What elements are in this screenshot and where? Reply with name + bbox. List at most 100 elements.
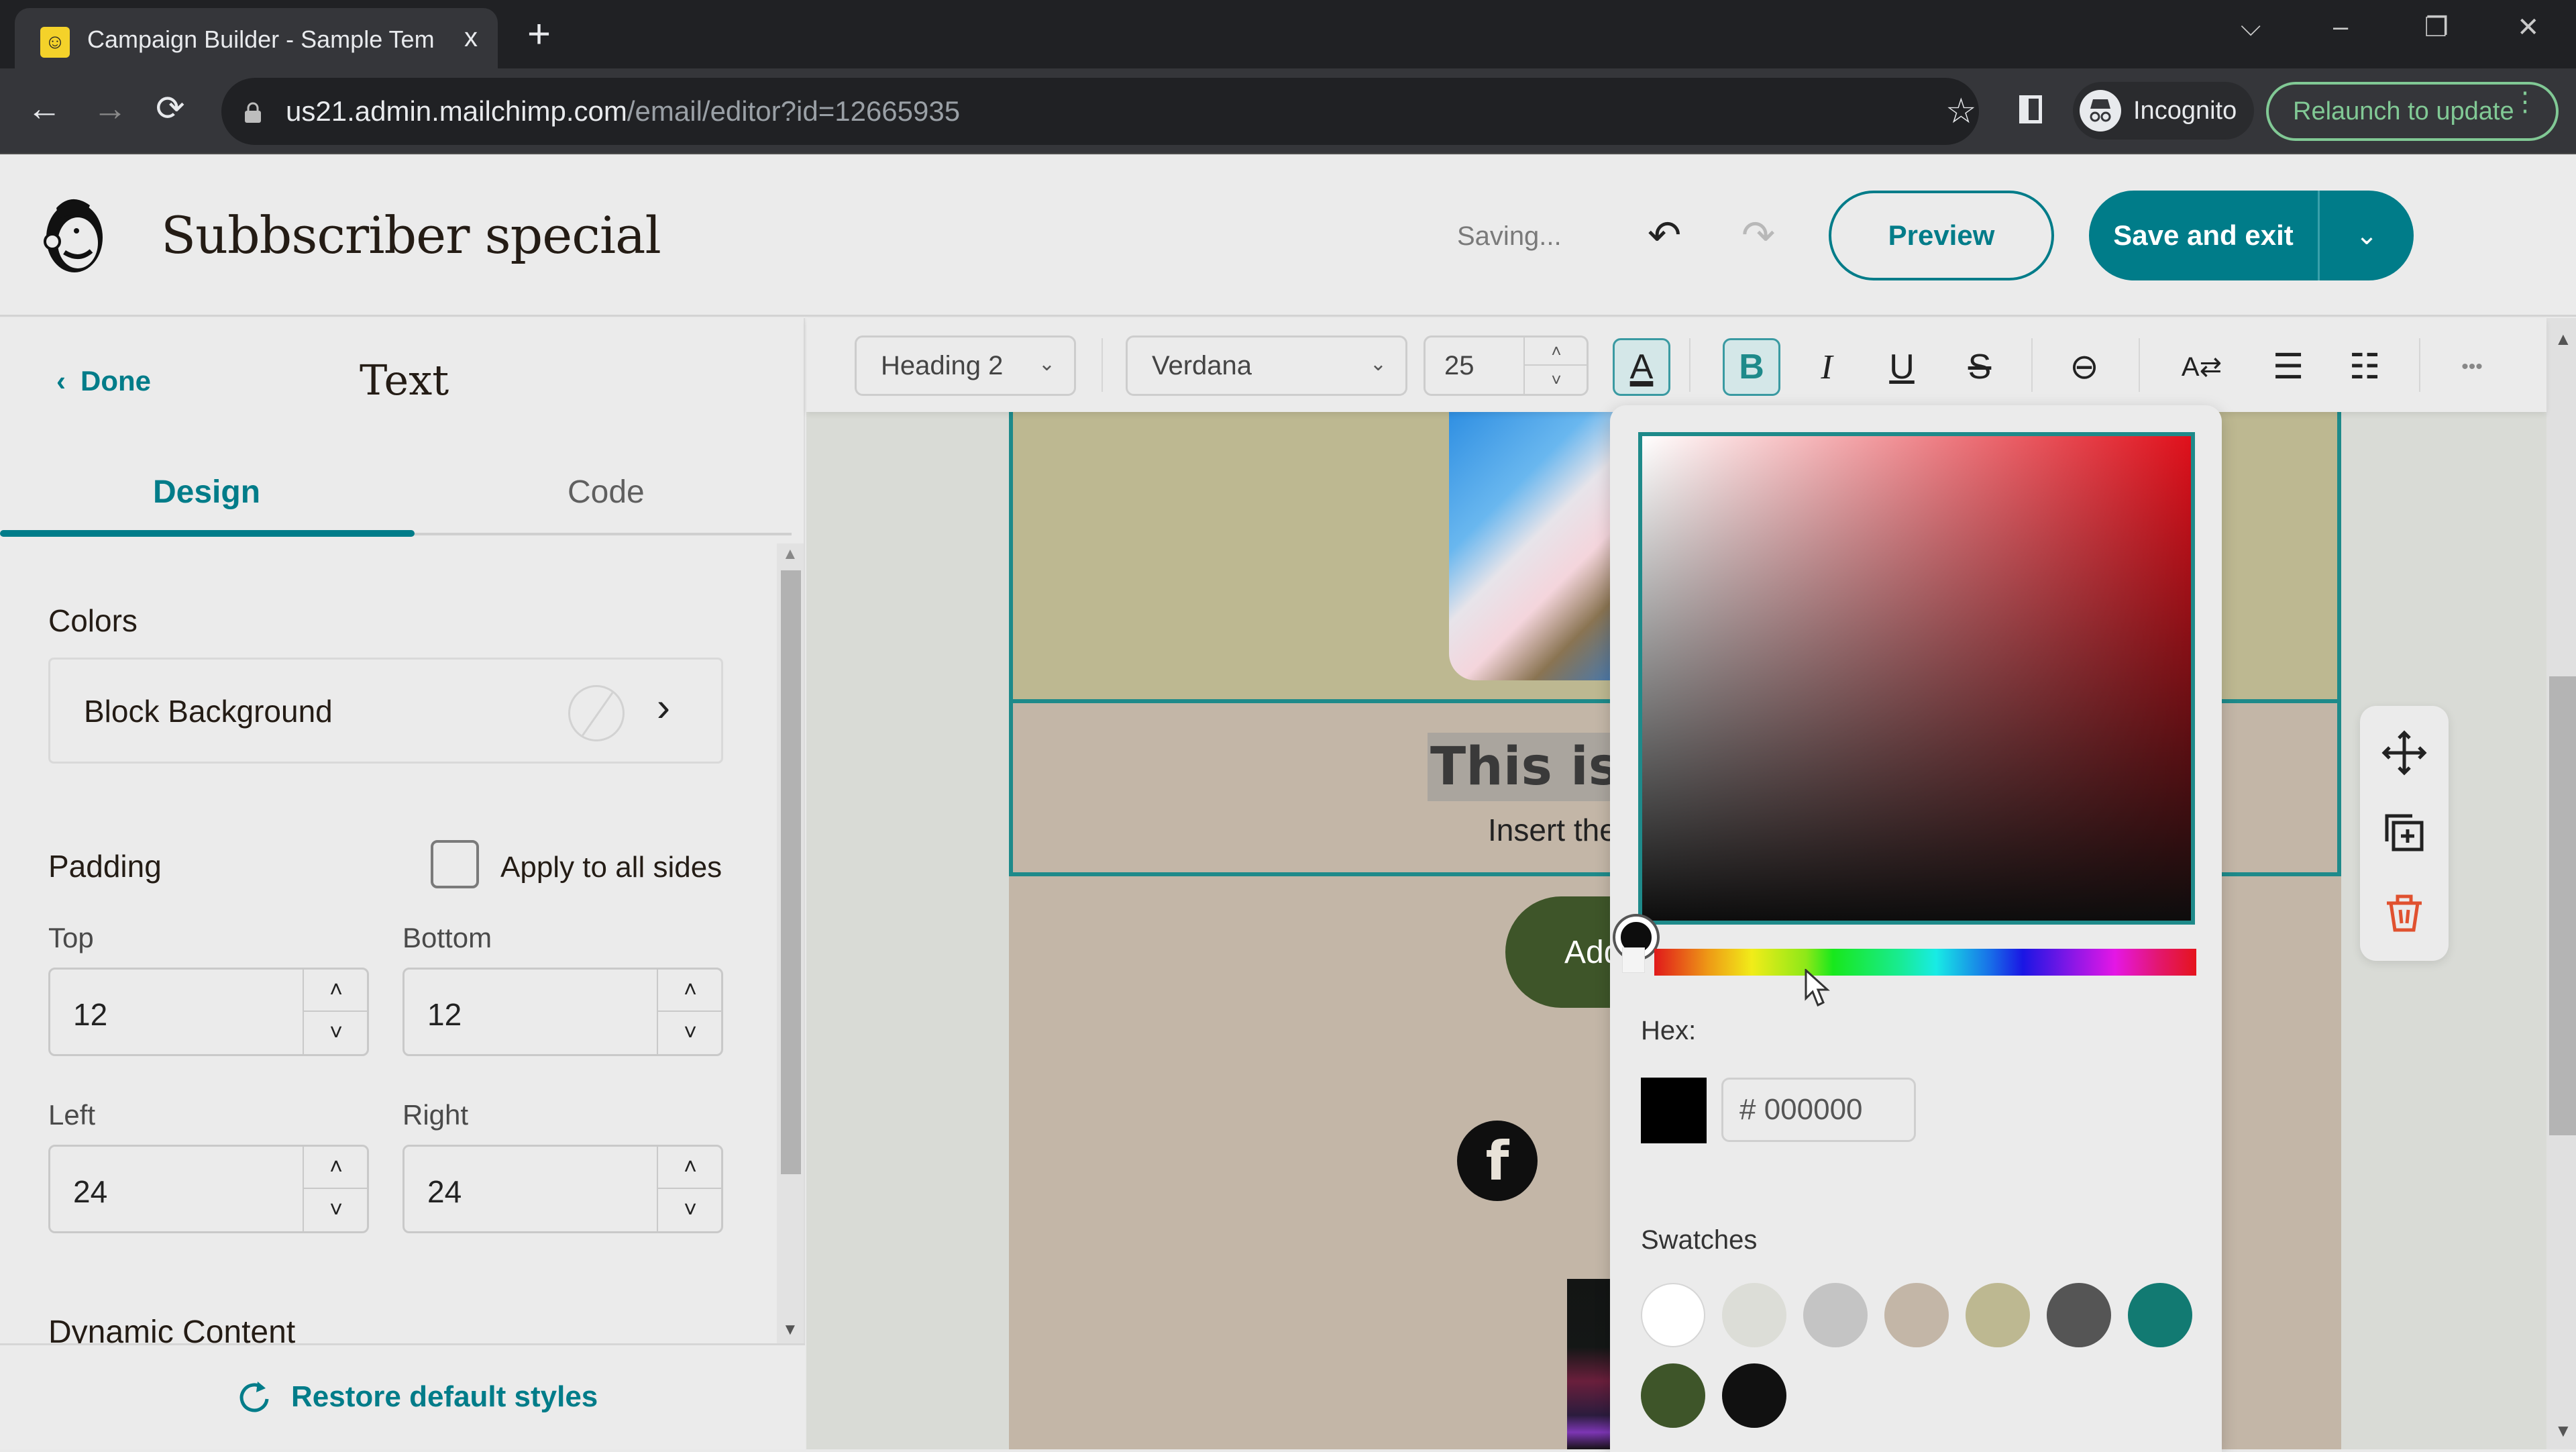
increment-icon[interactable]: ˄: [658, 970, 722, 1012]
save-options-chevron-icon[interactable]: ⌄: [2320, 191, 2414, 280]
tab-code[interactable]: Code: [568, 474, 645, 511]
color-swatch[interactable]: [2047, 1283, 2111, 1347]
scrollbar-thumb[interactable]: [781, 570, 801, 1174]
increment-icon[interactable]: ˄: [1525, 338, 1588, 366]
padding-right-value[interactable]: 24: [427, 1174, 462, 1210]
mouse-cursor-icon: [1805, 969, 1830, 1007]
decrement-icon[interactable]: ˅: [304, 1012, 368, 1054]
block-style-dropdown[interactable]: Heading 2 ⌄: [855, 335, 1076, 396]
color-swatch[interactable]: [1966, 1283, 2030, 1347]
side-panel-icon[interactable]: [2019, 95, 2042, 123]
campaign-title[interactable]: Subbscriber special: [161, 205, 661, 265]
hue-slider[interactable]: [1654, 949, 2196, 976]
text-direction-dropdown[interactable]: A⇄: [2161, 338, 2242, 396]
restore-default-styles-button[interactable]: Restore default styles: [239, 1379, 598, 1415]
block-background-row[interactable]: Block Background ›: [48, 658, 723, 764]
bulleted-list-button[interactable]: ☰: [2259, 338, 2317, 396]
font-size-value[interactable]: 25: [1444, 351, 1474, 381]
padding-top-label: Top: [48, 922, 94, 953]
body-text[interactable]: Insert the: [1488, 812, 1617, 848]
forward-button[interactable]: →: [93, 89, 127, 129]
tab-close-icon[interactable]: x: [464, 23, 478, 53]
scroll-down-icon[interactable]: ▼: [2555, 1420, 2572, 1441]
padding-bottom-value[interactable]: 12: [427, 996, 462, 1033]
more-options-button[interactable]: •••: [2443, 338, 2501, 396]
color-swatch[interactable]: [1803, 1283, 1868, 1347]
delete-block-icon[interactable]: [2377, 886, 2431, 939]
color-swatch[interactable]: [2128, 1283, 2192, 1347]
address-bar[interactable]: us21.admin.mailchimp.com/email/editor?id…: [221, 78, 1979, 145]
kebab-menu-icon[interactable]: ⋮: [2512, 89, 2538, 115]
color-swatch[interactable]: [1884, 1283, 1949, 1347]
scrollbar-thumb[interactable]: [2549, 676, 2576, 1135]
hex-input[interactable]: # 000000: [1721, 1078, 1916, 1142]
color-swatch[interactable]: [1722, 1363, 1786, 1428]
save-and-exit-button[interactable]: Save and exit: [2089, 191, 2320, 280]
link-button[interactable]: ⊖: [2055, 338, 2113, 396]
save-button-group: Save and exit ⌄: [2089, 191, 2414, 280]
color-swatch[interactable]: [1722, 1283, 1786, 1347]
scroll-up-icon[interactable]: ▲: [2555, 329, 2572, 350]
block-style-value: Heading 2: [881, 350, 1004, 380]
mailchimp-favicon-icon: ☺: [40, 27, 70, 58]
decrement-icon[interactable]: ˅: [658, 1012, 722, 1054]
block-actions-toolbar: [2360, 706, 2449, 961]
current-color-preview: [1641, 1078, 1707, 1143]
numbered-list-button[interactable]: ☷: [2336, 338, 2394, 396]
browser-tab[interactable]: ☺ Campaign Builder - Sample Tem x: [15, 8, 498, 68]
close-window-button[interactable]: ✕: [2517, 12, 2540, 43]
padding-left-stepper[interactable]: 24 ˄ ˅: [48, 1145, 369, 1233]
strikethrough-button[interactable]: S: [1951, 338, 2008, 396]
scroll-up-icon[interactable]: ▲: [782, 545, 798, 564]
font-size-stepper[interactable]: 25 ˄ ˅: [1424, 335, 1589, 396]
scroll-down-icon[interactable]: ▼: [782, 1320, 798, 1339]
font-family-value: Verdana: [1152, 350, 1252, 380]
padding-top-value[interactable]: 12: [73, 996, 107, 1033]
relaunch-to-update-button[interactable]: Relaunch to update ⋮: [2266, 82, 2559, 141]
restore-default-styles-label: Restore default styles: [291, 1380, 598, 1413]
color-swatch[interactable]: [1641, 1283, 1705, 1347]
reload-button[interactable]: ⟳: [156, 89, 185, 129]
chevron-down-icon: ⌄: [1038, 353, 1055, 375]
new-tab-button[interactable]: +: [527, 11, 551, 57]
bookmark-star-icon[interactable]: ☆: [1945, 91, 1977, 132]
incognito-indicator[interactable]: Incognito: [2073, 82, 2255, 140]
tab-search-icon[interactable]: ⌵: [2241, 12, 2261, 42]
apply-to-all-sides-checkbox[interactable]: [431, 840, 479, 888]
duplicate-block-icon[interactable]: [2377, 807, 2431, 860]
text-color-button[interactable]: A: [1613, 338, 1670, 396]
padding-left-value[interactable]: 24: [73, 1174, 107, 1210]
underline-button[interactable]: U: [1873, 338, 1931, 396]
minimize-button[interactable]: –: [2333, 12, 2348, 42]
editor-scrollbar[interactable]: ▲ ▼: [2546, 318, 2576, 1449]
padding-bottom-label: Bottom: [402, 922, 492, 953]
move-block-icon[interactable]: [2377, 726, 2431, 780]
saturation-brightness-area[interactable]: [1638, 432, 2195, 925]
bold-button[interactable]: B: [1723, 338, 1780, 396]
decrement-icon[interactable]: ˅: [1525, 366, 1588, 394]
done-button[interactable]: ‹ Done: [56, 365, 151, 397]
toolbar-divider: [2031, 338, 2033, 392]
restore-button[interactable]: ❐: [2424, 12, 2449, 43]
increment-icon[interactable]: ˄: [658, 1147, 722, 1189]
italic-button[interactable]: I: [1798, 338, 1856, 396]
color-swatch[interactable]: [1641, 1363, 1705, 1428]
redo-button[interactable]: ↷: [1741, 212, 1775, 259]
text-formatting-toolbar: Heading 2 ⌄ Verdana ⌄ 25 ˄ ˅ A B I U S ⊖ …: [806, 318, 2546, 412]
font-family-dropdown[interactable]: Verdana ⌄: [1126, 335, 1407, 396]
save-status: Saving...: [1457, 221, 1562, 251]
sidebar-scrollbar[interactable]: ▲ ▼: [777, 543, 804, 1343]
padding-top-stepper[interactable]: 12 ˄ ˅: [48, 968, 369, 1056]
heading-text[interactable]: This is: [1428, 733, 1623, 801]
tab-design[interactable]: Design: [153, 474, 260, 511]
padding-bottom-stepper[interactable]: 12 ˄ ˅: [402, 968, 723, 1056]
facebook-icon[interactable]: f: [1457, 1121, 1538, 1201]
increment-icon[interactable]: ˄: [304, 970, 368, 1012]
undo-button[interactable]: ↶: [1648, 212, 1681, 259]
decrement-icon[interactable]: ˅: [658, 1189, 722, 1231]
decrement-icon[interactable]: ˅: [304, 1189, 368, 1231]
padding-right-stepper[interactable]: 24 ˄ ˅: [402, 1145, 723, 1233]
back-button[interactable]: ←: [27, 89, 62, 129]
preview-button[interactable]: Preview: [1829, 191, 2054, 280]
increment-icon[interactable]: ˄: [304, 1147, 368, 1189]
